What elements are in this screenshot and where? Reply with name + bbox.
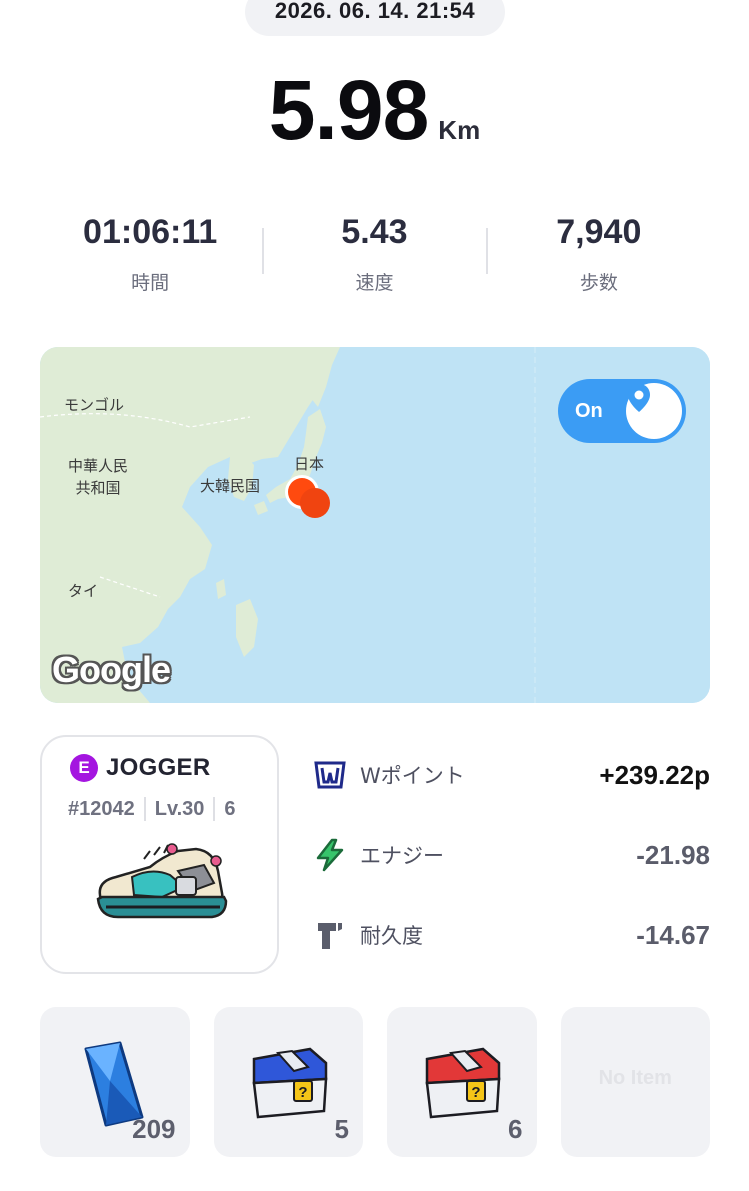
sneaker-icon bbox=[96, 843, 228, 919]
stat-time: 01:06:11 時間 bbox=[38, 210, 262, 300]
date-time-text: 2026. 06. 14. 21:54 bbox=[274, 0, 476, 23]
item-slot-empty[interactable]: No Item bbox=[560, 1007, 710, 1157]
item-count-red-box: 6 bbox=[508, 1114, 523, 1144]
reward-row-wpoint: Wポイント +239.22p bbox=[312, 750, 710, 800]
reward-label-durability: 耐久度 bbox=[360, 924, 423, 948]
stat-speed-value: 5.43 bbox=[341, 213, 408, 251]
shoe-level: Lv.30 bbox=[154, 797, 205, 820]
stats-row: 01:06:11 時間 5.43 速度 7,940 歩数 bbox=[38, 210, 711, 300]
red-mystery-box-icon: ? bbox=[425, 1047, 501, 1119]
map-label-mongolia: モンゴル bbox=[64, 396, 125, 414]
item-slot-crystal[interactable]: 209 bbox=[40, 1007, 190, 1157]
stat-divider bbox=[486, 228, 488, 274]
google-logo: Google bbox=[52, 649, 171, 690]
shoe-type-name: JOGGER bbox=[106, 754, 211, 781]
stat-speed-label: 速度 bbox=[355, 272, 394, 294]
svg-text:?: ? bbox=[298, 1084, 307, 1101]
item-slot-red-box[interactable]: ? 6 bbox=[387, 1007, 537, 1157]
meta-separator bbox=[213, 797, 216, 821]
meta-separator bbox=[143, 797, 146, 821]
location-toggle[interactable]: On bbox=[558, 379, 686, 443]
stat-steps-label: 歩数 bbox=[579, 272, 618, 294]
reward-value-wpoint: +239.22p bbox=[599, 759, 710, 790]
shoe-type: E JOGGER bbox=[70, 754, 211, 782]
reward-row-energy: エナジー -21.98 bbox=[312, 830, 710, 880]
map-label-thailand: タイ bbox=[68, 582, 99, 600]
shoe-meta: #12042 Lv.30 6 bbox=[68, 797, 236, 821]
date-time-pill: 2026. 06. 14. 21:54 bbox=[245, 0, 505, 36]
distance-unit: Km bbox=[438, 115, 481, 145]
location-toggle-label: On bbox=[575, 399, 603, 422]
shoe-card[interactable]: E JOGGER #12042 Lv.30 6 bbox=[40, 735, 279, 974]
empty-slot-label: No Item bbox=[598, 1067, 672, 1089]
shoe-mint-count: 6 bbox=[224, 797, 236, 820]
item-slot-blue-box[interactable]: ? 5 bbox=[213, 1007, 363, 1157]
reward-value-durability: -14.67 bbox=[636, 919, 710, 950]
stat-time-value: 01:06:11 bbox=[83, 213, 218, 251]
stat-time-label: 時間 bbox=[131, 272, 170, 294]
reward-label-energy: エナジー bbox=[360, 844, 444, 868]
reward-value-energy: -21.98 bbox=[636, 839, 710, 870]
item-slots: 209 ? 5 ? 6 No Item bbox=[40, 1007, 710, 1157]
stat-divider bbox=[262, 228, 264, 274]
svg-text:?: ? bbox=[471, 1084, 480, 1101]
item-count-blue-box: 5 bbox=[334, 1114, 349, 1144]
distance-display: 5.98 Km bbox=[0, 68, 749, 152]
blue-mystery-box-icon: ? bbox=[252, 1047, 327, 1119]
map-label-china: 中華人民 共和国 bbox=[68, 457, 129, 497]
shoe-rarity-badge: E bbox=[70, 754, 98, 782]
stat-speed: 5.43 速度 bbox=[262, 210, 486, 300]
stat-steps: 7,940 歩数 bbox=[487, 210, 711, 300]
location-pin-icon bbox=[626, 383, 682, 439]
map-label-korea: 大韓民国 bbox=[200, 477, 261, 495]
shoe-id: #12042 bbox=[68, 797, 135, 820]
distance-value: 5.98 bbox=[268, 63, 429, 157]
w-point-icon bbox=[312, 757, 348, 793]
durability-icon bbox=[312, 917, 348, 953]
map-label-japan: 日本 bbox=[294, 455, 325, 473]
route-map[interactable]: モンゴル 中華人民 共和国 大韓民国 日本 タイ On Google bbox=[40, 347, 710, 703]
stat-steps-value: 7,940 bbox=[556, 213, 642, 251]
energy-icon bbox=[312, 837, 348, 873]
reward-row-durability: 耐久度 -14.67 bbox=[312, 910, 710, 960]
reward-label-wpoint: Wポイント bbox=[360, 764, 465, 788]
item-count-crystal: 209 bbox=[132, 1114, 176, 1144]
